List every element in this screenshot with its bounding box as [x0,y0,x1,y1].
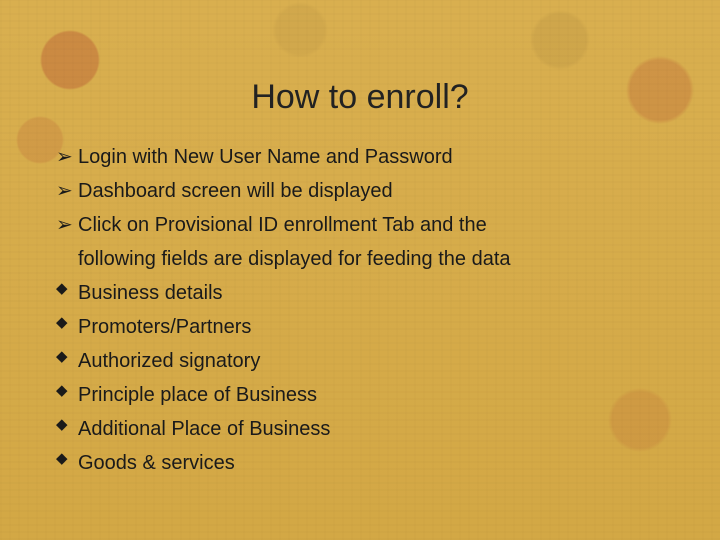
arrow-icon: ➢ [56,208,78,242]
bullet-sub-5: ◆ Additional Place of Business [56,412,680,446]
diamond-icon: ◆ [56,276,78,302]
slide-title: How to enroll? [0,78,720,117]
diamond-icon: ◆ [56,412,78,438]
bullet-text: Goods & services [78,446,680,480]
bullet-sub-2: ◆ Promoters/Partners [56,310,680,344]
bullet-sub-3: ◆ Authorized signatory [56,344,680,378]
bullet-sub-4: ◆ Principle place of Business [56,378,680,412]
slide-content: ➢ Login with New User Name and Password … [56,140,680,480]
bullet-main-3: ➢ Click on Provisional ID enrollment Tab… [56,208,680,242]
arrow-icon: ➢ [56,140,78,174]
bullet-text: Login with New User Name and Password [78,140,680,174]
diamond-icon: ◆ [56,310,78,336]
bullet-main-3-continuation: following fields are displayed for feedi… [56,242,680,276]
diamond-icon: ◆ [56,378,78,404]
bullet-text: Click on Provisional ID enrollment Tab a… [78,208,680,242]
bullet-main-2: ➢ Dashboard screen will be displayed [56,174,680,208]
diamond-icon: ◆ [56,446,78,472]
bullet-text: Authorized signatory [78,344,680,378]
bullet-text: Business details [78,276,680,310]
bullet-text: Dashboard screen will be displayed [78,174,680,208]
bullet-sub-1: ◆ Business details [56,276,680,310]
diamond-icon: ◆ [56,344,78,370]
bullet-text: following fields are displayed for feedi… [78,242,680,276]
bullet-text: Principle place of Business [78,378,680,412]
bullet-sub-6: ◆ Goods & services [56,446,680,480]
bullet-main-1: ➢ Login with New User Name and Password [56,140,680,174]
bullet-text: Additional Place of Business [78,412,680,446]
arrow-icon: ➢ [56,174,78,208]
slide: How to enroll? ➢ Login with New User Nam… [0,0,720,540]
bullet-text: Promoters/Partners [78,310,680,344]
